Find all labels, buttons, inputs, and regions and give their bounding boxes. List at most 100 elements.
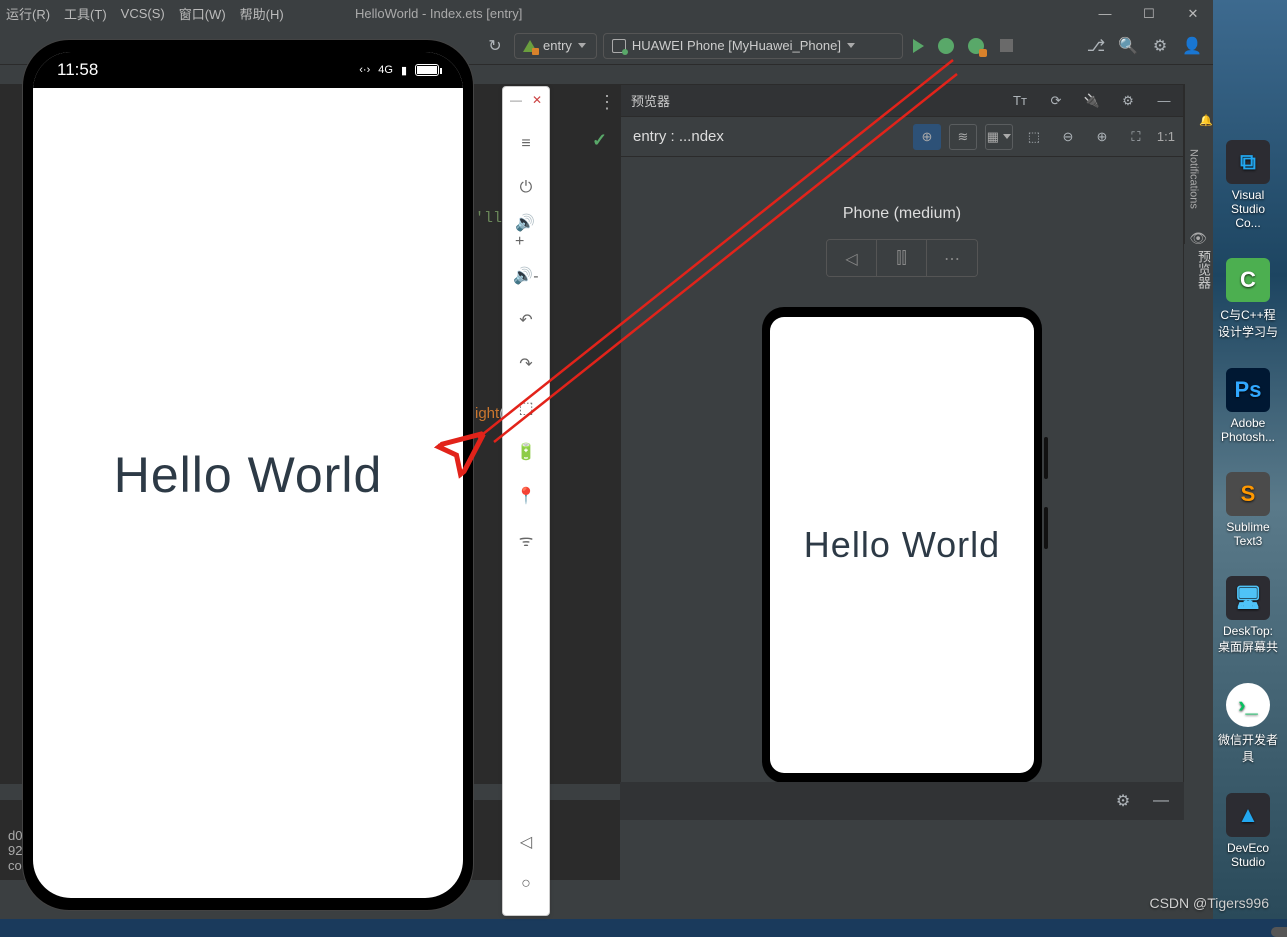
emu-back-button[interactable]: ◁ — [515, 831, 537, 853]
preview-phone-frame: Hello World — [762, 307, 1042, 783]
preview-hello-text: Hello World — [804, 524, 1000, 566]
zoom-out-icon[interactable]: ⊖ — [1059, 128, 1077, 146]
emulator-hello-text: Hello World — [114, 446, 383, 504]
battery-icon — [415, 64, 439, 76]
bell-icon: 🔔 — [1199, 114, 1213, 127]
sync-icon[interactable]: ↻ — [486, 37, 504, 55]
orient-prev-button[interactable]: ◁ — [827, 240, 877, 277]
emulator-toolbar: — ✕ ≡ ⏻ 🔊+ 🔊- ↶ ↷ ⬚ 🔋 📍 ᯤ ◁ ○ — [502, 86, 550, 916]
layers-icon: ≋ — [957, 129, 968, 145]
desktop-icons-column: ⧉Visual Studio Co... CC与C++程设计学习与 PsAdob… — [1213, 140, 1283, 869]
menu-window[interactable]: 窗口(W) — [179, 4, 226, 23]
menu-help[interactable]: 帮助(H) — [240, 4, 284, 23]
target-icon: ⊕ — [921, 129, 932, 145]
desktop-icon-photoshop[interactable]: PsAdobe Photosh... — [1218, 368, 1278, 444]
window-close-button[interactable]: ✕ — [1185, 6, 1201, 22]
crop-icon[interactable]: ⬚ — [1025, 128, 1043, 146]
account-icon[interactable]: 👤 — [1183, 37, 1201, 55]
signal-bars-icon: ▮ — [401, 64, 407, 77]
desktop-icon-desktop-share[interactable]: 🖥DeskTop:桌面屏幕共 — [1218, 576, 1278, 655]
orientation-controls: ◁ ⫿⫿ ⋯ — [826, 239, 978, 277]
run-button[interactable] — [913, 39, 924, 53]
grid-button[interactable]: ▦ — [985, 124, 1013, 150]
desktop-icon-deveco[interactable]: ▲DevEco Studio — [1218, 793, 1278, 869]
previewer-body: Phone (medium) ◁ ⫿⫿ ⋯ Hello World — [621, 157, 1183, 783]
previewer-side-tab[interactable]: 预览器 — [1184, 250, 1213, 289]
notifications-label: Notifications — [1187, 149, 1199, 209]
window-minimize-button[interactable]: — — [1097, 6, 1113, 22]
hd-icon: ‹·› — [359, 64, 370, 76]
menu-vcs[interactable]: VCS(S) — [121, 6, 165, 21]
collapse-icon[interactable]: — — [1155, 92, 1173, 110]
emu-screenshot-icon[interactable]: ⬚ — [515, 397, 537, 419]
scale-label[interactable]: 1:1 — [1157, 129, 1175, 144]
emu-location-icon[interactable]: 📍 — [515, 485, 537, 507]
emu-minimize-button[interactable]: — — [510, 93, 522, 107]
grid-icon: ▦ — [987, 129, 999, 145]
zoom-in-icon[interactable]: ⊕ — [1093, 128, 1111, 146]
menu-bar: 运行(R) 工具(T) VCS(S) 窗口(W) 帮助(H) HelloWorl… — [0, 0, 1213, 27]
desktop-icon-vscode[interactable]: ⧉Visual Studio Co... — [1218, 140, 1278, 230]
emu-menu-icon[interactable]: ≡ — [515, 133, 537, 155]
preview-phone-screen[interactable]: Hello World — [770, 317, 1034, 773]
device-dropdown[interactable]: HUAWEI Phone [MyHuawei_Phone] — [603, 33, 903, 59]
watermark: CSDN @Tigers996 — [1149, 895, 1269, 911]
debug-button[interactable] — [938, 38, 954, 54]
preview-eye-icon[interactable]: 👁 — [1189, 230, 1207, 247]
orient-more-button[interactable]: ⋯ — [927, 240, 977, 277]
stop-button[interactable] — [1000, 39, 1013, 52]
previewer-status-bar: ⚙ — — [620, 782, 1184, 820]
emu-wifi-icon[interactable]: ᯤ — [515, 529, 537, 551]
chevron-down-icon — [1003, 134, 1011, 139]
menu-run[interactable]: 运行(R) — [6, 4, 50, 23]
preview-horizontal-scrollbar[interactable] — [1271, 927, 1287, 937]
desktop-icon-sublime[interactable]: SSublime Text3 — [1218, 472, 1278, 548]
desktop-icon-cpp[interactable]: CC与C++程设计学习与 — [1218, 258, 1278, 340]
text-size-icon[interactable]: Tᴛ — [1011, 92, 1029, 110]
emu-home-button[interactable]: ○ — [515, 873, 537, 895]
emu-power-icon[interactable]: ⏻ — [515, 177, 537, 199]
window-title: HelloWorld - Index.ets [entry] — [355, 6, 522, 21]
previewer-subheader: entry : ...ndex ⊕ ≋ ▦ ⬚ ⊖ ⊕ ⛶ 1:1 — [621, 117, 1183, 157]
editor-overflow-icon[interactable]: ⋮ — [598, 92, 616, 113]
orient-split-button[interactable]: ⫿⫿ — [877, 240, 927, 277]
previewer-panel: 预览器 Tᴛ ⟳ 🔌 ⚙ — entry : ...ndex ⊕ ≋ ▦ ⬚ ⊖… — [620, 84, 1184, 784]
emu-rotate-ccw-icon[interactable]: ↶ — [515, 309, 537, 331]
emu-volume-down-icon[interactable]: 🔊- — [515, 265, 537, 287]
previewer-settings-icon[interactable]: ⚙ — [1119, 92, 1137, 110]
emu-battery-icon[interactable]: 🔋 — [515, 441, 537, 463]
chevron-down-icon — [847, 43, 855, 48]
settings-icon[interactable]: ⚙ — [1114, 792, 1132, 810]
previewer-title: 预览器 — [631, 91, 670, 110]
settings-icon[interactable]: ⚙ — [1151, 37, 1169, 55]
emu-volume-up-icon[interactable]: 🔊+ — [515, 221, 537, 243]
emulator-screen[interactable]: 11:58 ‹·› 4G ▮ Hello World — [33, 52, 463, 898]
chevron-down-icon — [578, 43, 586, 48]
window-maximize-button[interactable]: ☐ — [1141, 6, 1157, 22]
layers-button[interactable]: ≋ — [949, 124, 977, 150]
inspect-button[interactable]: ⊕ — [913, 124, 941, 150]
reload-icon[interactable]: ⟳ — [1047, 92, 1065, 110]
run-config-dropdown[interactable]: entry — [514, 33, 597, 59]
preview-device-label: Phone (medium) — [843, 205, 961, 223]
git-icon[interactable]: ⎇ — [1087, 37, 1105, 55]
notifications-tab[interactable]: 🔔 Notifications — [1184, 84, 1213, 244]
emulator-status-bar: 11:58 ‹·› 4G ▮ — [33, 52, 463, 88]
emulator-phone-window[interactable]: 11:58 ‹·› 4G ▮ Hello World — [23, 40, 473, 910]
signal-icon: 4G — [378, 64, 393, 76]
desktop-icon-wechat-dev[interactable]: ›_微信开发者具 — [1218, 683, 1278, 765]
phone-connected-icon — [612, 39, 626, 53]
emu-close-button[interactable]: ✕ — [532, 93, 542, 107]
emu-rotate-cw-icon[interactable]: ↷ — [515, 353, 537, 375]
device-label: HUAWEI Phone [MyHuawei_Phone] — [632, 38, 841, 53]
run-config-label: entry — [543, 38, 572, 53]
menu-tools[interactable]: 工具(T) — [64, 4, 107, 23]
coverage-button[interactable] — [968, 38, 984, 54]
emulator-time: 11:58 — [57, 60, 98, 80]
previewer-breadcrumb[interactable]: entry : ...ndex — [633, 128, 724, 145]
fit-icon[interactable]: ⛶ — [1127, 128, 1145, 146]
plug-icon[interactable]: 🔌 — [1083, 92, 1101, 110]
collapse-icon[interactable]: — — [1152, 792, 1170, 810]
search-icon[interactable]: 🔍 — [1119, 37, 1137, 55]
inspection-ok-icon[interactable]: ✓ — [592, 130, 607, 151]
